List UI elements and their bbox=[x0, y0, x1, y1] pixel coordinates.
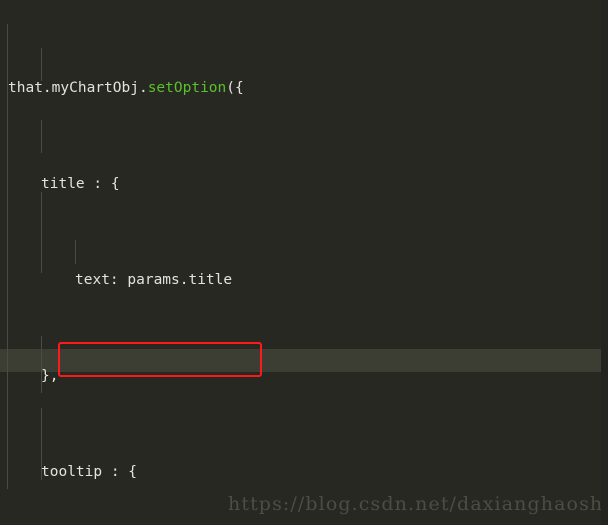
code-token-title-key: title : { bbox=[41, 176, 120, 192]
code-line-2[interactable]: title : { bbox=[0, 172, 608, 196]
code-token-method: setOption bbox=[147, 80, 227, 96]
code-line-3[interactable]: text: params.title bbox=[0, 268, 608, 292]
code-token-close-brace: }, bbox=[41, 368, 59, 384]
editor-right-gutter[interactable] bbox=[601, 0, 608, 525]
code-token-text-key: text: params.title bbox=[75, 272, 233, 288]
code-token-tooltip-key: tooltip : { bbox=[41, 464, 138, 480]
code-editor-viewport[interactable]: that.myChartObj.setOption({ title : { te… bbox=[0, 0, 608, 525]
watermark-url: https://blog.csdn.net/daxianghaoshuai bbox=[228, 493, 608, 515]
code-content[interactable]: that.myChartObj.setOption({ title : { te… bbox=[0, 0, 608, 525]
code-token-open-paren: ({ bbox=[226, 80, 244, 96]
code-line-1[interactable]: that.myChartObj.setOption({ bbox=[0, 76, 608, 100]
code-line-5[interactable]: tooltip : { bbox=[0, 460, 608, 484]
code-line-4[interactable]: }, bbox=[0, 364, 608, 388]
code-token-object: that.myChartObj. bbox=[8, 80, 148, 96]
